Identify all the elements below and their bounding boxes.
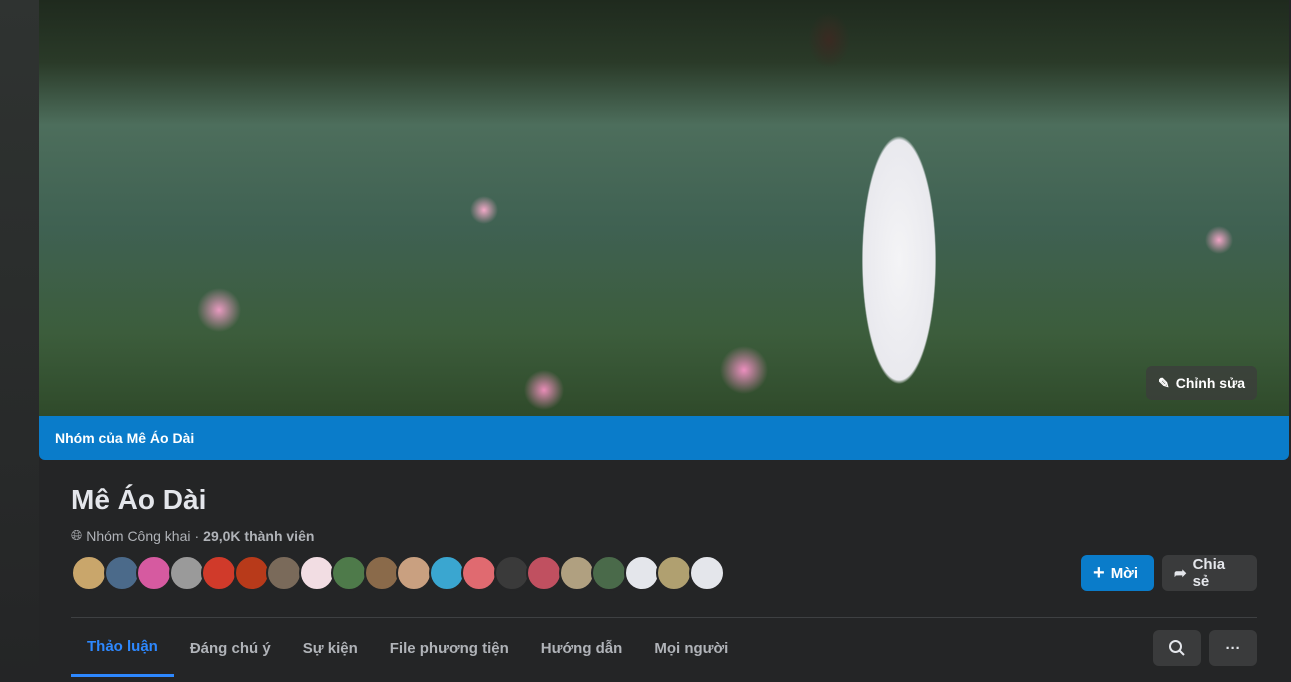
- group-meta: 🌐︎ Nhóm Công khai · 29,0K thành viên: [71, 527, 315, 544]
- member-avatar[interactable]: [428, 555, 465, 591]
- member-avatars: [71, 555, 725, 591]
- member-avatar[interactable]: [266, 555, 302, 591]
- group-title: Mê Áo Dài: [71, 484, 207, 515]
- member-avatar[interactable]: [656, 555, 692, 591]
- member-avatar[interactable]: [526, 555, 562, 591]
- tab-5[interactable]: Mọi người: [638, 630, 744, 666]
- member-avatar[interactable]: [168, 555, 205, 591]
- tab-1[interactable]: Đáng chú ý: [174, 630, 287, 666]
- group-tabs: Thảo luận Đáng chú ý Sự kiện File phương ti…: [71, 630, 744, 677]
- tab-0[interactable]: Thảo luận: [71, 630, 174, 677]
- privacy-label[interactable]: Nhóm Công khai: [86, 528, 190, 544]
- more-icon: ···: [1225, 639, 1241, 657]
- pencil-icon: ✎: [1158, 374, 1170, 391]
- member-avatar[interactable]: [331, 555, 367, 591]
- member-count[interactable]: 29,0K thành viên: [203, 528, 314, 544]
- cover-photo: ✎ Chỉnh sửa: [39, 0, 1289, 416]
- globe-icon: 🌐︎: [71, 527, 83, 543]
- member-avatar[interactable]: [558, 555, 595, 591]
- member-avatar[interactable]: [493, 555, 530, 591]
- share-button[interactable]: ➦ Chia sẻ: [1162, 555, 1257, 591]
- member-avatar[interactable]: [461, 555, 497, 591]
- left-background: [0, 0, 39, 682]
- divider: [71, 617, 1257, 618]
- member-avatar[interactable]: [363, 555, 400, 591]
- search-button[interactable]: [1153, 630, 1201, 666]
- member-avatar[interactable]: [623, 555, 660, 591]
- search-icon: [1169, 640, 1185, 656]
- member-avatar[interactable]: [71, 555, 107, 591]
- edit-cover-button[interactable]: ✎ Chỉnh sửa: [1146, 366, 1257, 400]
- tab-3[interactable]: File phương tiện: [374, 630, 525, 666]
- member-avatar[interactable]: [591, 555, 627, 591]
- tab-2[interactable]: Sự kiện: [287, 630, 374, 666]
- member-avatar[interactable]: [233, 555, 270, 591]
- member-avatar[interactable]: [136, 555, 172, 591]
- group-owner-bar[interactable]: Nhóm của Mê Áo Dài: [39, 416, 1289, 460]
- member-avatar[interactable]: [103, 555, 140, 591]
- member-avatar[interactable]: [688, 555, 725, 591]
- invite-button[interactable]: + Mời: [1081, 555, 1154, 591]
- more-button[interactable]: ···: [1209, 630, 1257, 666]
- plus-icon: +: [1093, 561, 1105, 584]
- share-icon: ➦: [1174, 565, 1187, 582]
- member-avatar[interactable]: [396, 555, 432, 591]
- member-avatar[interactable]: [201, 555, 237, 591]
- tab-4[interactable]: Hướng dẫn: [525, 630, 639, 666]
- member-avatar[interactable]: [298, 555, 335, 591]
